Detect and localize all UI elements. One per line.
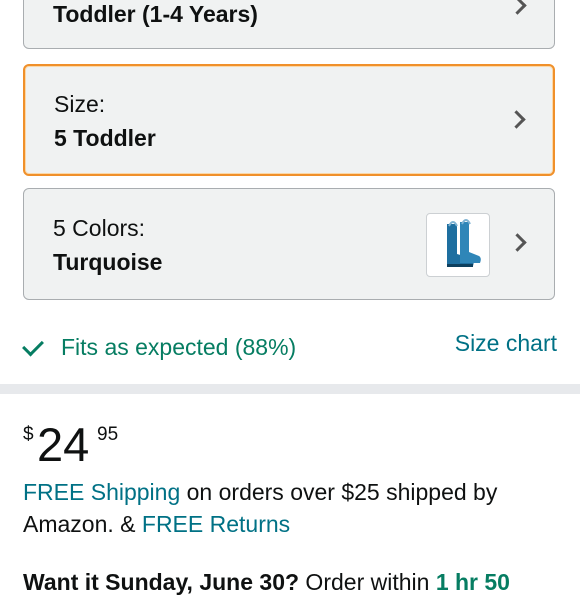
price-fraction: 95: [97, 424, 119, 445]
color-selector-value: Turquoise: [53, 249, 163, 275]
color-selector-label: 5 Colors:: [53, 215, 146, 241]
price-currency-symbol: $: [23, 424, 34, 445]
shipping-info: FREE Shipping on orders over $25 shipped…: [23, 476, 553, 540]
section-divider: [0, 384, 580, 394]
delivery-text: Order within: [299, 569, 436, 595]
style-selector-value: Toddler (1-4 Years): [53, 1, 258, 27]
delivery-info: Want it Sunday, June 30? Order within 1 …: [23, 566, 580, 598]
size-selector-label: Size:: [54, 91, 106, 117]
color-selector[interactable]: 5 Colors: Turquoise: [23, 188, 555, 300]
free-shipping-link[interactable]: FREE Shipping: [23, 479, 180, 505]
chevron-right-icon: [508, 233, 527, 252]
check-icon: [22, 334, 44, 357]
size-selector-value: 5 Toddler: [54, 125, 156, 151]
size-selector[interactable]: Size: 5 Toddler: [23, 64, 555, 176]
style-selector[interactable]: Toddler (1-4 Years): [23, 0, 555, 49]
price-whole: 24: [37, 418, 90, 471]
fit-row: Fits as expected (88%) Size chart: [22, 330, 557, 366]
fit-text: Fits as expected (88%): [61, 334, 297, 360]
chevron-right-icon: [508, 0, 527, 15]
size-chart-link[interactable]: Size chart: [455, 330, 557, 357]
free-returns-link[interactable]: FREE Returns: [142, 511, 290, 537]
chevron-right-icon: [507, 110, 526, 129]
delivery-countdown: 1 hr 50: [435, 569, 510, 595]
delivery-date: Want it Sunday, June 30?: [23, 569, 300, 595]
rain-boot-icon[interactable]: [426, 213, 490, 277]
